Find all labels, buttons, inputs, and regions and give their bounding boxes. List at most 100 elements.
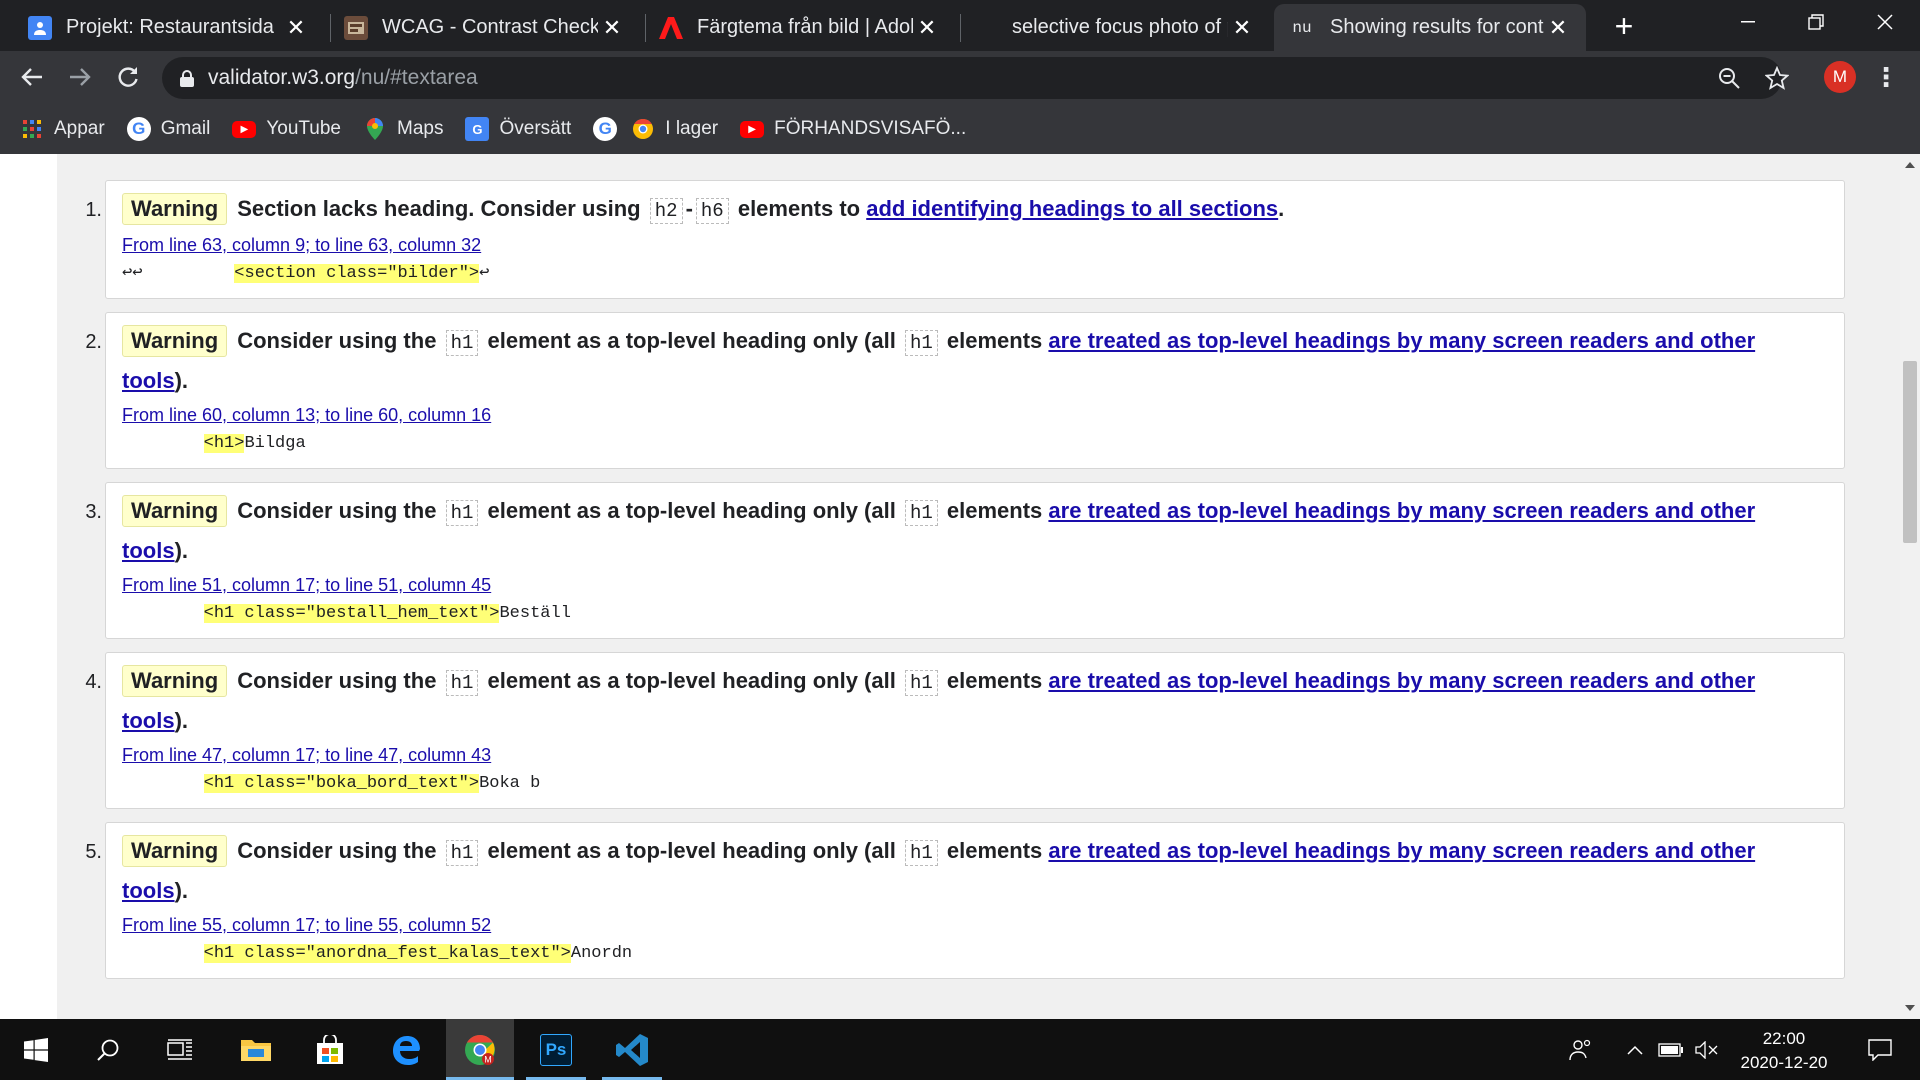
search-button[interactable]: [74, 1019, 142, 1080]
chevron-up-icon[interactable]: [1622, 1019, 1648, 1080]
close-icon[interactable]: ✕: [1544, 15, 1572, 41]
restore-button[interactable]: [1781, 0, 1851, 44]
list-item: 4. Warning Consider using the h1 element …: [85, 652, 1845, 809]
scroll-up-icon[interactable]: [1905, 162, 1915, 168]
translate-icon: G: [465, 117, 490, 141]
extract-highlight: <section class="bilder">: [234, 264, 480, 283]
bookmark-label: Översätt: [499, 118, 572, 139]
reference-link[interactable]: are treated as top-level headings by man…: [1048, 668, 1755, 693]
people-icon[interactable]: [1564, 1019, 1598, 1080]
code-snippet: h1: [904, 840, 938, 866]
bookmark-label: Gmail: [160, 118, 211, 139]
volume-muted-icon[interactable]: [1692, 1019, 1722, 1080]
message-fragment: .: [1278, 196, 1285, 221]
person-icon: [28, 15, 52, 40]
close-icon[interactable]: ✕: [913, 15, 941, 41]
bookmark-translate[interactable]: G Översätt: [465, 117, 571, 141]
forward-button[interactable]: [60, 57, 100, 97]
reference-link[interactable]: add identifying headings to all sections: [866, 196, 1278, 221]
close-icon[interactable]: ✕: [282, 15, 310, 41]
bookmark-maps[interactable]: Maps: [363, 117, 443, 141]
bookmark-google[interactable]: G: [593, 117, 618, 141]
message-fragment: Consider using the: [237, 328, 437, 353]
bookmark-star-icon[interactable]: [1760, 61, 1794, 95]
extract-context: Boka b: [479, 774, 541, 793]
unsplash-icon: [974, 16, 998, 40]
bookmark-appar[interactable]: Appar: [20, 117, 105, 141]
google-icon: G: [126, 117, 151, 141]
tab-title: Showing results for content: [1330, 16, 1544, 38]
page-scrollbar[interactable]: [1900, 154, 1920, 1019]
location-link[interactable]: From line 47, column 17; to line 47, col…: [122, 745, 491, 765]
reference-link[interactable]: tools: [122, 708, 175, 733]
new-tab-button[interactable]: +: [1604, 6, 1644, 46]
menu-icon[interactable]: ⋮: [1873, 59, 1899, 95]
location-link[interactable]: From line 60, column 13; to line 60, col…: [122, 405, 491, 425]
photoshop-button[interactable]: Ps: [522, 1019, 590, 1080]
zoom-icon[interactable]: [1712, 61, 1746, 95]
message-number: 1.: [85, 199, 102, 221]
bookmark-gmail[interactable]: G Gmail: [126, 117, 211, 141]
bookmark-youtube[interactable]: ▶ YouTube: [232, 118, 341, 140]
avatar[interactable]: M: [1824, 61, 1856, 93]
extract-context: [122, 604, 204, 623]
tab-validator[interactable]: nu Showing results for content ✕: [1274, 4, 1586, 51]
youtube-icon: ▶: [232, 120, 257, 138]
tab-unsplash[interactable]: selective focus photo of pin ✕: [960, 4, 1270, 51]
url-path: /nu/#textarea: [355, 66, 478, 89]
reload-button[interactable]: [108, 57, 148, 97]
extract-context: ↩: [479, 264, 490, 283]
address-bar[interactable]: validator.w3.org/nu/#textarea: [162, 57, 1782, 99]
message-fragment: Consider using the: [237, 838, 437, 863]
location: From line 55, column 17; to line 55, col…: [122, 910, 1828, 940]
code-snippet: h1: [904, 670, 938, 696]
message-text: Warning Consider using the h1 element as …: [122, 492, 1828, 570]
bookmark-i-lager[interactable]: I lager: [631, 117, 718, 141]
file-explorer-button[interactable]: [222, 1019, 290, 1080]
scrollbar-thumb[interactable]: [1903, 361, 1917, 543]
code-extract: <h1 class="bestall_hem_text">Beställ: [122, 600, 1828, 628]
task-view-button[interactable]: [146, 1019, 214, 1080]
reference-link[interactable]: are treated as top-level headings by man…: [1048, 838, 1755, 863]
message-text: Warning Section lacks heading. Consider u…: [122, 190, 1828, 230]
message-list: 1. Warning Section lacks heading. Conside…: [85, 180, 1845, 992]
reference-link[interactable]: tools: [122, 878, 175, 903]
bookmark-label: I lager: [665, 118, 719, 139]
code-snippet: h1: [904, 500, 938, 526]
vscode-button[interactable]: [598, 1019, 666, 1080]
close-icon[interactable]: ✕: [598, 15, 626, 41]
notifications-icon[interactable]: [1854, 1019, 1906, 1080]
code-snippet: h6: [695, 198, 729, 224]
reference-link[interactable]: tools: [122, 368, 175, 393]
edge-button[interactable]: [372, 1019, 440, 1080]
code-extract: <h1>Bildga: [122, 430, 1828, 458]
extract-highlight: <h1 class="anordna_fest_kalas_text">: [203, 944, 571, 963]
tab-adobe[interactable]: Färgtema från bild | Adobe ✕: [645, 4, 955, 51]
tab-title: Färgtema från bild | Adobe: [697, 16, 913, 38]
bookmark-forhandsvisa[interactable]: ▶ FÖRHANDSVISAFÖ...: [740, 118, 966, 140]
start-button[interactable]: [2, 1019, 70, 1080]
location-link[interactable]: From line 55, column 17; to line 55, col…: [122, 915, 491, 935]
back-button[interactable]: [12, 57, 52, 97]
reference-link[interactable]: tools: [122, 538, 175, 563]
tab-projekt[interactable]: Projekt: Restaurantsida ✕: [14, 4, 324, 51]
code-extract: ↩↩ <section class="bilder">↩: [122, 260, 1828, 288]
scroll-down-icon[interactable]: [1905, 1005, 1915, 1011]
extract-context: Bildga: [244, 434, 306, 453]
reference-link[interactable]: are treated as top-level headings by man…: [1048, 498, 1755, 523]
reference-link[interactable]: are treated as top-level headings by man…: [1048, 328, 1755, 353]
code-snippet: h1: [445, 500, 479, 526]
message-fragment: Consider using the: [237, 668, 437, 693]
location-link[interactable]: From line 63, column 9; to line 63, colu…: [122, 235, 481, 255]
battery-icon[interactable]: [1656, 1019, 1686, 1080]
tab-wcag[interactable]: WCAG - Contrast Checker ✕: [330, 4, 640, 51]
location-link[interactable]: From line 51, column 17; to line 51, col…: [122, 575, 491, 595]
window-close-button[interactable]: [1850, 0, 1920, 44]
system-clock[interactable]: 22:00 2020-12-20: [1724, 1027, 1844, 1075]
store-button[interactable]: [296, 1019, 364, 1080]
close-icon[interactable]: ✕: [1228, 15, 1256, 41]
chrome-taskbar-button[interactable]: M: [446, 1019, 514, 1080]
message-text: Warning Consider using the h1 element as …: [122, 662, 1828, 740]
webaim-icon: [344, 15, 368, 40]
minimize-button[interactable]: [1713, 0, 1783, 44]
